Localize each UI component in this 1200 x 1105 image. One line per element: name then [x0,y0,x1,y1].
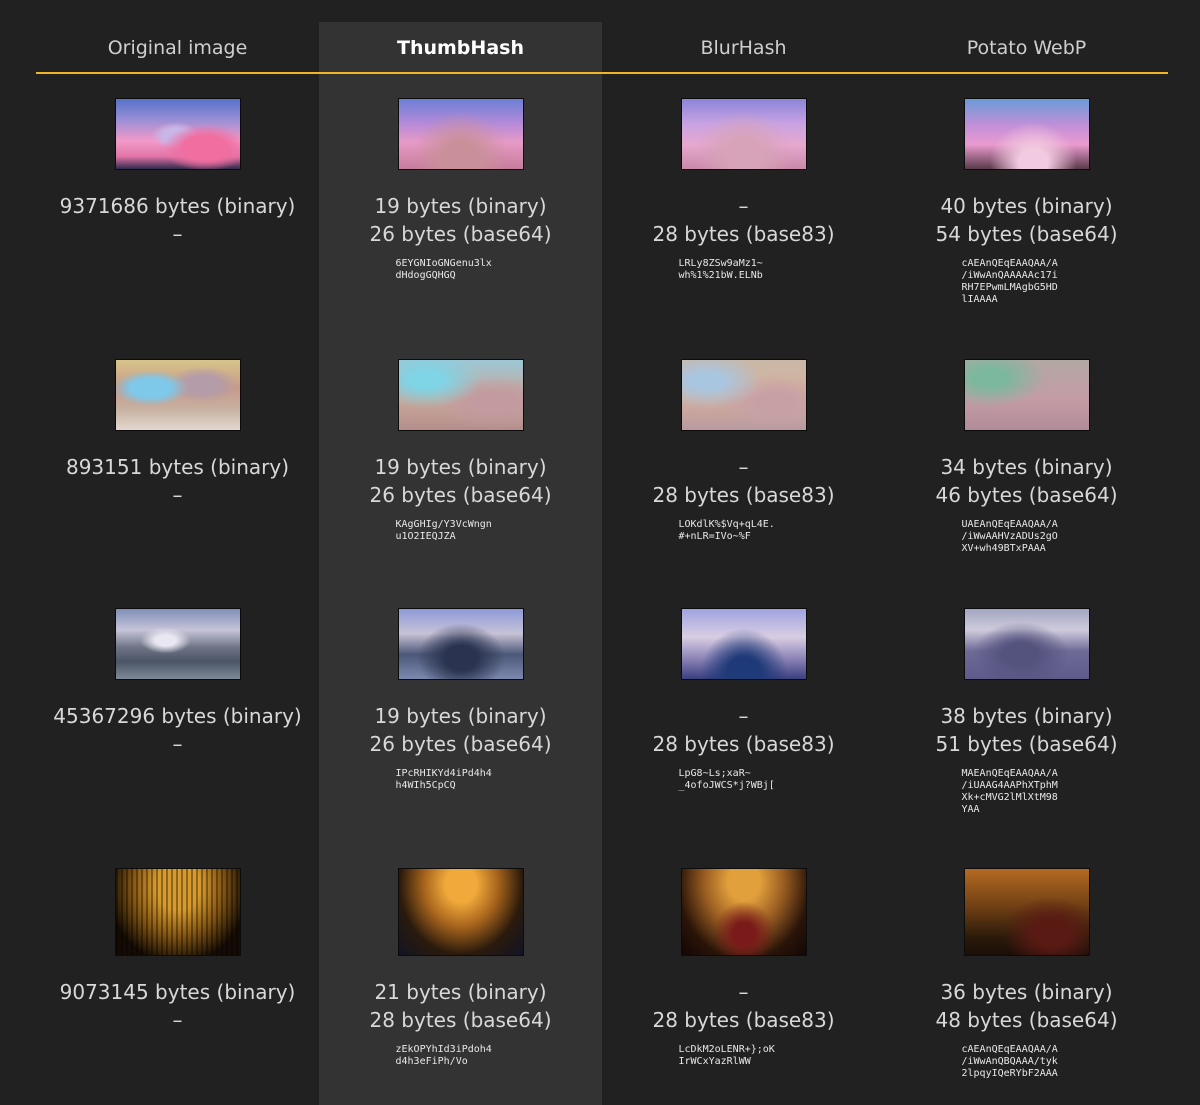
size-binary: 40 bytes (binary) [940,194,1113,218]
blurhash-preview [680,359,807,431]
original-image [114,608,241,680]
size-text: 28 bytes (base64) [369,1008,552,1032]
webp-cell: 34 bytes (binary) 46 bytes (base64) UAEA… [885,359,1168,555]
hash-code: zEkOPYhId3iPdoh4 d4h3eFiPh/Vo [395,1044,492,1067]
webp-cell: 36 bytes (binary) 48 bytes (base64) cAEA… [885,868,1168,1080]
webp-preview [963,98,1090,170]
size-text: 28 bytes (base83) [652,222,835,246]
hash-code: KAgGHIg/Y3VcWngn u1O2IEQJZA [395,519,492,542]
size-binary: 38 bytes (binary) [940,704,1113,728]
original-cell: 9371686 bytes (binary) – [36,98,319,248]
blurhash-preview [680,868,807,956]
original-image [114,359,241,431]
size-text: 46 bytes (base64) [935,483,1118,507]
original-image [114,98,241,170]
hash-code: MAEAnQEqEAAQAA/A /iUAAG4AAPhXTphM Xk+cMV… [961,768,1058,815]
size-binary: – [738,194,749,218]
blurhash-cell: – 28 bytes (base83) LcDkM2oLENR+};oK IrW… [602,868,885,1068]
hash-code: UAEAnQEqEAAQAA/A /iWwAAHVzADUs2gO XV+wh4… [961,519,1058,554]
size-text: – [172,483,183,507]
size-text: – [172,222,183,246]
thumbhash-preview [397,868,524,956]
webp-cell: 40 bytes (binary) 54 bytes (base64) cAEA… [885,98,1168,306]
hash-code: LpG8~Ls;xaR~ _4ofoJWCS*j?WBj[ [678,768,775,791]
size-binary: 19 bytes (binary) [374,704,547,728]
size-binary: 45367296 bytes (binary) [53,704,302,728]
hash-code: LcDkM2oLENR+};oK IrWCxYazRlWW [678,1044,775,1067]
size-text: 28 bytes (base83) [652,483,835,507]
header-potato-webp: Potato WebP [966,37,1087,59]
size-binary: 21 bytes (binary) [374,980,547,1004]
size-text: 48 bytes (base64) [935,1008,1118,1032]
size-text: 28 bytes (base83) [652,1008,835,1032]
size-binary: 19 bytes (binary) [374,455,547,479]
thumbhash-preview [397,98,524,170]
size-binary: 36 bytes (binary) [940,980,1113,1004]
hash-code: IPcRHIKYd4iPd4h4 h4WIh5CpCQ [395,768,492,791]
table-header: Original image ThumbHash BlurHash Potato… [36,22,1168,74]
size-text: 26 bytes (base64) [369,222,552,246]
hash-code: LOKdlK%$Vq+qL4E. #+nLR=IVo~%F [678,519,775,542]
size-binary: 893151 bytes (binary) [65,455,289,479]
original-image [114,868,241,956]
header-original-image: Original image [107,37,248,59]
hash-code: 6EYGNIoGNGenu3lx dHdogGQHGQ [395,258,492,281]
size-binary: 9073145 bytes (binary) [59,980,296,1004]
blurhash-cell: – 28 bytes (base83) LRLy8ZSw9aMz1~ wh%1%… [602,98,885,282]
size-text: – [172,732,183,756]
thumbhash-cell: 19 bytes (binary) 26 bytes (base64) KAgG… [319,359,602,543]
hash-code: cAEAnQEqEAAQAA/A /iWwAnQBQAAA/tyk 2lpqyI… [961,1044,1058,1079]
webp-preview [963,608,1090,680]
size-binary: – [738,980,749,1004]
webp-preview [963,359,1090,431]
webp-preview [963,868,1090,956]
header-thumbhash: ThumbHash [397,37,524,59]
hash-code: cAEAnQEqEAAQAA/A /iWwAnQAAAAAc17i RH7EPw… [961,258,1058,305]
size-text: – [172,1008,183,1032]
webp-cell: 38 bytes (binary) 51 bytes (base64) MAEA… [885,608,1168,816]
original-cell: 9073145 bytes (binary) – [36,868,319,1034]
blurhash-cell: – 28 bytes (base83) LpG8~Ls;xaR~ _4ofoJW… [602,608,885,792]
blurhash-preview [680,608,807,680]
blurhash-preview [680,98,807,170]
size-text: 51 bytes (base64) [935,732,1118,756]
thumbhash-preview [397,608,524,680]
thumbhash-cell: 21 bytes (binary) 28 bytes (base64) zEkO… [319,868,602,1068]
thumbhash-cell: 19 bytes (binary) 26 bytes (base64) IPcR… [319,608,602,792]
size-binary: – [738,704,749,728]
size-text: 26 bytes (base64) [369,483,552,507]
size-binary: 9371686 bytes (binary) [59,194,296,218]
blurhash-cell: – 28 bytes (base83) LOKdlK%$Vq+qL4E. #+n… [602,359,885,543]
size-text: 54 bytes (base64) [935,222,1118,246]
header-blurhash: BlurHash [700,37,787,59]
size-binary: – [738,455,749,479]
size-binary: 34 bytes (binary) [940,455,1113,479]
original-cell: 893151 bytes (binary) – [36,359,319,509]
original-cell: 45367296 bytes (binary) – [36,608,319,758]
size-text: 28 bytes (base83) [652,732,835,756]
hash-code: LRLy8ZSw9aMz1~ wh%1%21bW.ELNb [678,258,763,281]
size-binary: 19 bytes (binary) [374,194,547,218]
thumbhash-cell: 19 bytes (binary) 26 bytes (base64) 6EYG… [319,98,602,282]
size-text: 26 bytes (base64) [369,732,552,756]
thumbhash-preview [397,359,524,431]
